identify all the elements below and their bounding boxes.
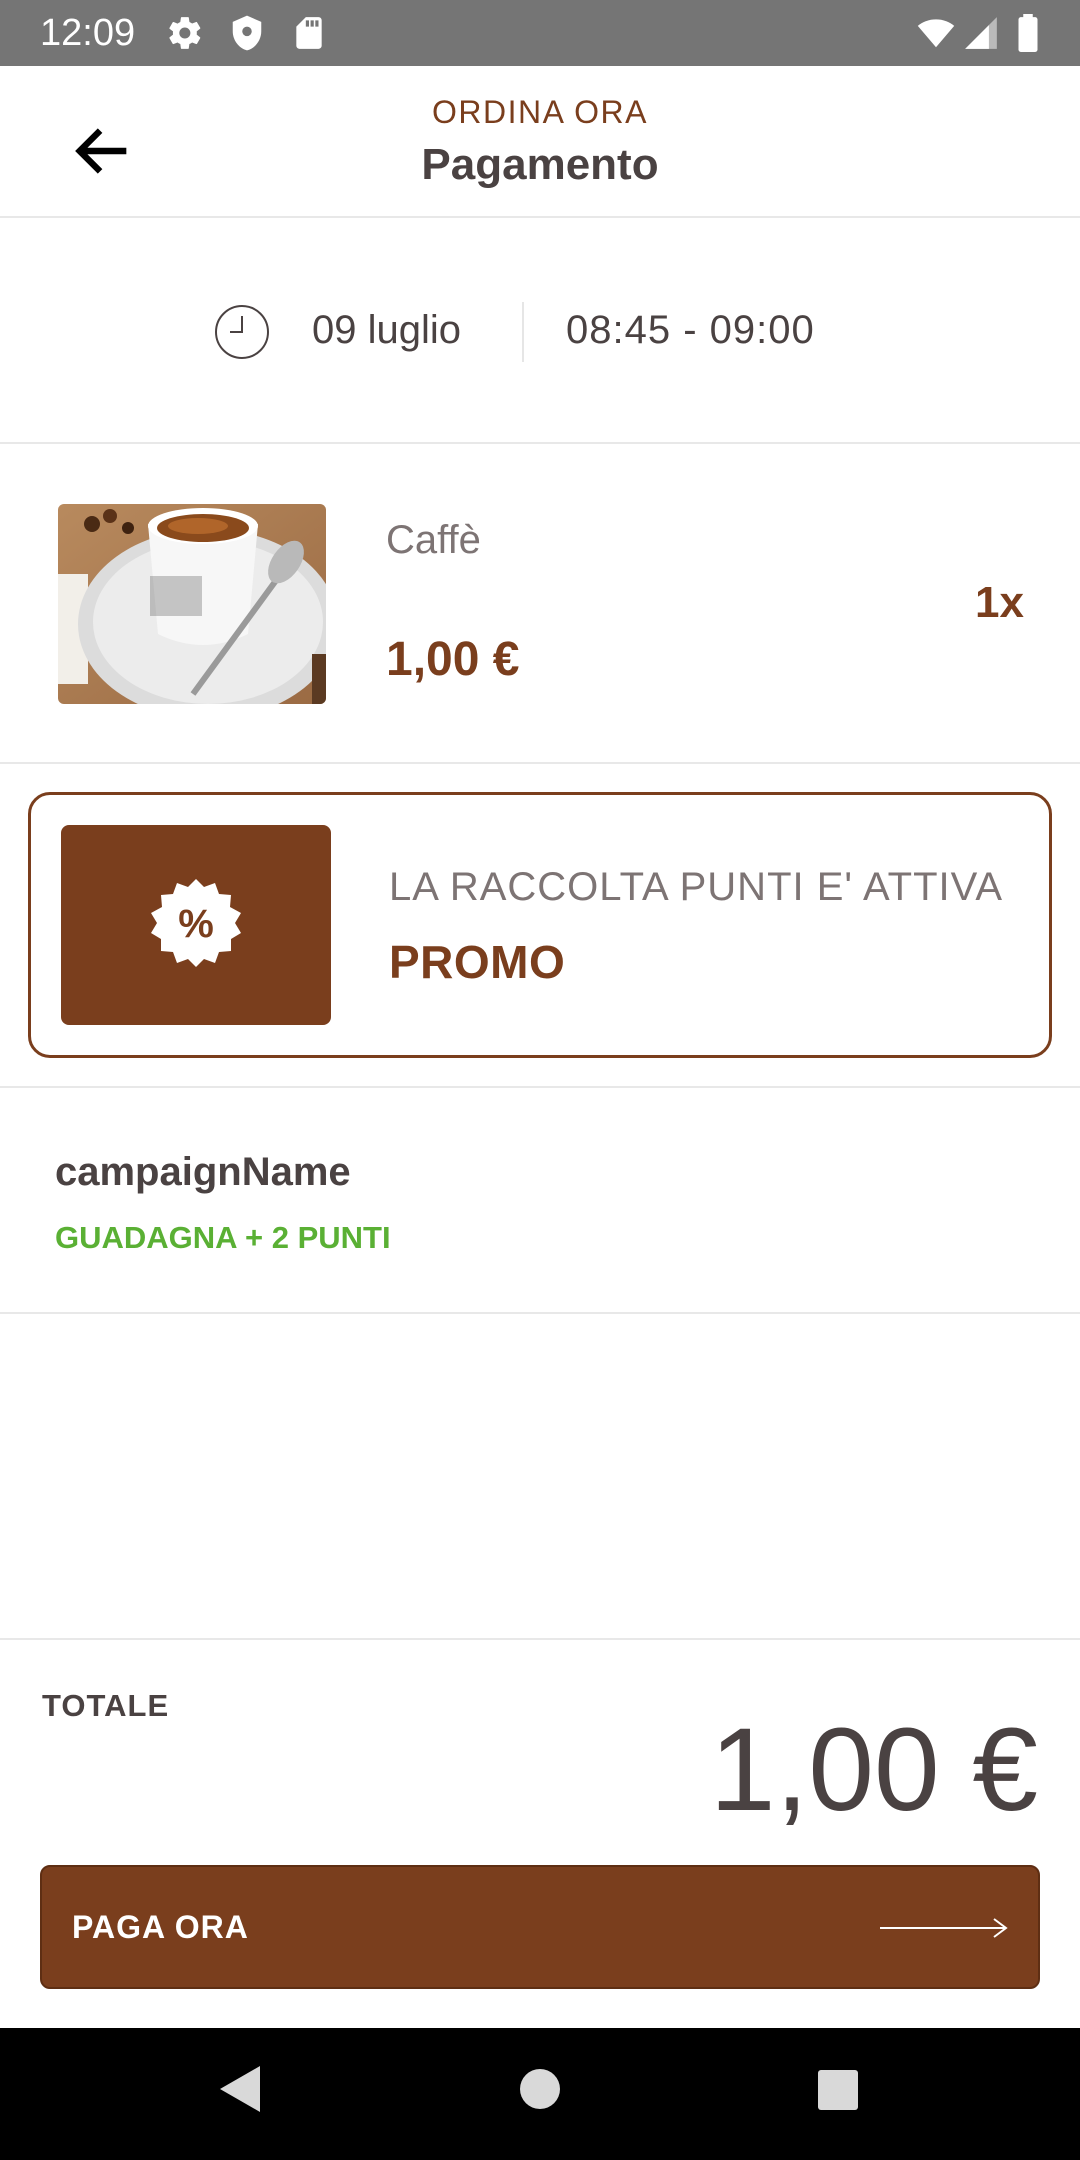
timeslot-divider <box>522 302 524 362</box>
total-label: TOTALE <box>42 1688 170 1723</box>
product-image <box>58 504 326 704</box>
status-time: 12:09 <box>40 12 136 54</box>
pay-now-button[interactable]: PAGA ORA <box>40 1865 1040 1989</box>
checkout-footer: TOTALE 1,00 € PAGA ORA <box>0 1638 1080 2028</box>
signal-icon <box>965 17 997 49</box>
page-title: Pagamento <box>421 140 659 189</box>
percent-badge-icon: % <box>151 879 241 967</box>
loyalty-campaign: campaignName GUADAGNA + 2 PUNTI <box>0 1086 1080 1314</box>
nav-home-icon[interactable] <box>519 2068 561 2110</box>
total-value: 1,00 € <box>709 1704 1038 1836</box>
battery-icon <box>1018 14 1038 52</box>
svg-text:%: % <box>178 902 214 946</box>
nav-recents-icon[interactable] <box>818 2070 858 2110</box>
product-price: 1,00 € <box>386 633 520 686</box>
order-item: Caffè 1,00 € 1x <box>0 444 1080 764</box>
promo-card[interactable]: % LA RACCOLTA PUNTI E' ATTIVA PROMO <box>28 792 1052 1058</box>
status-bar: 12:09 <box>0 0 1080 66</box>
promo-badge: % <box>61 825 331 1025</box>
wifi-icon <box>917 19 955 48</box>
header-subtitle: ORDINA ORA <box>432 94 648 130</box>
sd-card-icon <box>296 17 322 49</box>
pickup-date: 09 luglio <box>312 308 462 352</box>
system-nav-bar <box>0 2028 1080 2160</box>
gear-icon <box>169 17 201 49</box>
shield-icon <box>232 15 262 51</box>
pay-now-label: PAGA ORA <box>72 1909 249 1945</box>
clock-icon <box>215 305 269 359</box>
long-arrow-right-icon <box>880 1918 1008 1938</box>
pickup-timeslot: 09 luglio 08:45 - 09:00 <box>0 218 1080 444</box>
product-quantity: 1x <box>975 578 1024 627</box>
app-header: ORDINA ORA Pagamento <box>0 66 1080 218</box>
pickup-time: 08:45 - 09:00 <box>566 308 815 352</box>
promo-title: PROMO <box>389 936 566 988</box>
promo-caption: LA RACCOLTA PUNTI E' ATTIVA <box>389 865 1004 909</box>
nav-back-icon[interactable] <box>218 2064 262 2114</box>
campaign-name: campaignName <box>55 1150 351 1194</box>
product-name: Caffè <box>386 518 481 562</box>
campaign-points: GUADAGNA + 2 PUNTI <box>55 1220 391 1255</box>
